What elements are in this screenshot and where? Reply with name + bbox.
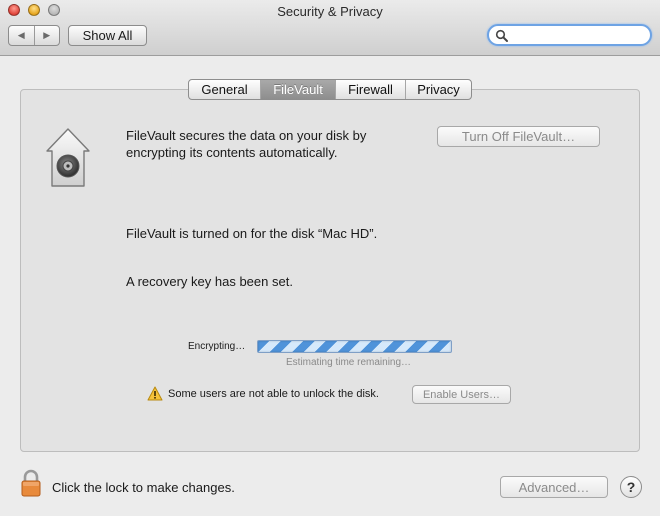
search-input[interactable]	[511, 27, 646, 43]
search-icon	[495, 29, 508, 42]
security-privacy-window: Security & Privacy ◀ ▶ Show All General …	[0, 0, 660, 516]
tab-general[interactable]: General	[189, 80, 260, 99]
window-title: Security & Privacy	[277, 4, 383, 19]
recovery-key-status: A recovery key has been set.	[126, 274, 293, 289]
tab-firewall[interactable]: Firewall	[335, 80, 405, 99]
tab-filevault[interactable]: FileVault	[260, 80, 335, 99]
lock-instruction-text: Click the lock to make changes.	[52, 480, 235, 495]
forward-button[interactable]: ▶	[33, 26, 60, 45]
advanced-button[interactable]: Advanced…	[500, 476, 608, 498]
unlock-warning-text: Some users are not able to unlock the di…	[168, 388, 379, 400]
warning-icon	[147, 386, 163, 401]
encrypting-label: Encrypting…	[188, 341, 246, 352]
back-forward-control: ◀ ▶	[8, 25, 60, 46]
progress-fill	[258, 341, 451, 352]
show-all-button[interactable]: Show All	[68, 25, 147, 46]
back-button[interactable]: ◀	[9, 26, 34, 45]
filevault-description: FileVault secures the data on your disk …	[126, 128, 367, 160]
encryption-progress-bar	[257, 340, 452, 353]
enable-users-button[interactable]: Enable Users…	[412, 385, 511, 404]
back-triangle-icon: ◀	[17, 30, 25, 40]
forward-triangle-icon: ▶	[43, 30, 51, 40]
tab-privacy[interactable]: Privacy	[405, 80, 471, 99]
lock-icon[interactable]	[20, 469, 42, 497]
preference-tabs: General FileVault Firewall Privacy	[188, 79, 472, 100]
turn-off-filevault-button[interactable]: Turn Off FileVault…	[437, 126, 600, 147]
time-remaining-text: Estimating time remaining…	[286, 357, 412, 368]
filevault-status: FileVault is turned on for the disk “Mac…	[126, 226, 378, 241]
help-button[interactable]: ?	[620, 476, 642, 498]
toolbar: Security & Privacy ◀ ▶ Show All	[0, 0, 660, 56]
search-field[interactable]	[487, 24, 652, 46]
filevault-house-icon	[46, 128, 90, 187]
